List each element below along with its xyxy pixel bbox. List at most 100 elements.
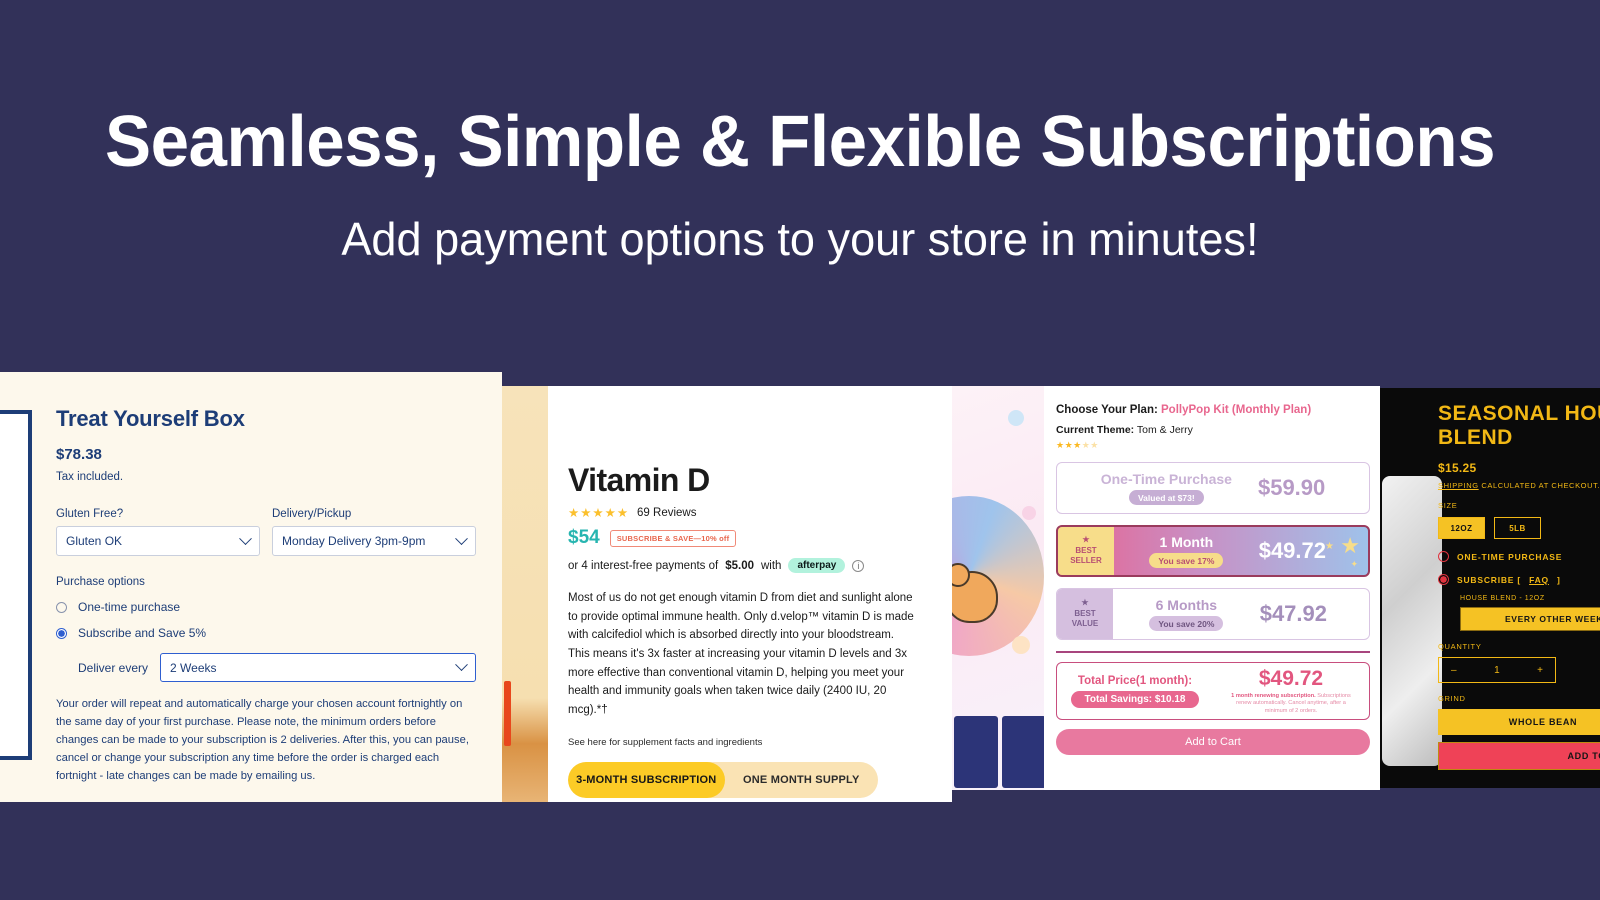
radio-subscribe-label: Subscribe and Save 5% [78, 626, 207, 640]
star-rating-filled-icon: ★★★ [1056, 440, 1082, 450]
plan-value-badge: Valued at $73! [1128, 490, 1204, 505]
plan-name: 6 Months [1155, 597, 1218, 613]
gallery-thumbnail[interactable] [954, 716, 998, 788]
gluten-select-value: Gluten OK [66, 534, 123, 548]
delivery-field: Delivery/Pickup Monday Delivery 3pm-9pm [272, 508, 476, 556]
radio-subscribe[interactable]: SUBSCRIBE [ FAQ ] [1438, 574, 1600, 586]
card2-side-image [502, 386, 548, 802]
total-price-value: $49.72 [1258, 666, 1324, 690]
hero-banner: Seamless, Simple & Flexible Subscription… [0, 0, 1600, 372]
card4-content: SEASONAL HOUSE BLEND $15.25 SHIPPING CAL… [1438, 402, 1600, 771]
star-rating-icon: ★★★★★ [568, 506, 630, 520]
gluten-field: Gluten Free? Gluten OK [56, 508, 260, 556]
card-vitamin-d: Vitamin D ★★★★★ 69 Reviews $54 SUBSCRIBE… [502, 386, 952, 802]
quantity-decrement-button[interactable]: – [1451, 665, 1457, 676]
toggle-subscription[interactable]: 3-MONTH SUBSCRIPTION [568, 762, 725, 799]
theme-rating: ★★★★★ [1056, 440, 1370, 451]
frequency-select[interactable]: EVERY OTHER WEEK [1460, 607, 1600, 632]
afterpay-row: or 4 interest-free payments of $5.00 wit… [568, 558, 918, 573]
info-icon[interactable]: i [852, 559, 865, 572]
delivery-select[interactable]: Monday Delivery 3pm-9pm [272, 526, 476, 556]
fine-print-bold: 1 month renewing subscription. [1231, 692, 1316, 699]
plan-1-month-info: 1 Month You save 17% [1114, 534, 1259, 568]
supplement-facts-link[interactable]: See here for supplement facts and ingred… [568, 737, 918, 748]
current-theme-row: Current Theme: Tom & Jerry [1056, 424, 1370, 436]
shipping-rest: CALCULATED AT CHECKOUT. [1478, 481, 1600, 491]
gluten-select[interactable]: Gluten OK [56, 526, 260, 556]
shipping-link[interactable]: SHIPPING [1438, 481, 1479, 490]
chevron-down-icon [455, 658, 468, 672]
quantity-stepper[interactable]: – 1 + [1438, 657, 1556, 684]
total-price-label: Total Price(1 month): [1077, 674, 1193, 687]
delivery-select-value: Monday Delivery 3pm-9pm [282, 534, 426, 548]
product-card-strip: Treat Yourself Box $78.38 Tax included. … [0, 360, 1600, 810]
star-decor-icon: ★ [1340, 533, 1360, 558]
quantity-increment-button[interactable]: + [1537, 665, 1543, 676]
subscription-terms-note: Your order will repeat and automatically… [56, 698, 469, 782]
review-count[interactable]: 69 Reviews [637, 507, 696, 519]
best-value-badge: ★ BEST VALUE [1057, 589, 1113, 639]
grind-label: GRIND [1438, 694, 1466, 704]
toggle-one-month[interactable]: ONE MONTH SUPPLY [725, 762, 878, 798]
variant-selectors: Gluten Free? Gluten OK Delivery/Pickup M… [56, 508, 476, 556]
product-title: Vitamin D [568, 462, 710, 498]
price-row: $54 SUBSCRIBE & SAVE—10% off [568, 527, 918, 549]
card-seasonal-house-blend: SEASONAL HOUSE BLEND $15.25 SHIPPING CAL… [1380, 388, 1600, 788]
radio-subscribe-save[interactable]: Subscribe and Save 5% [56, 626, 476, 640]
grind-select[interactable]: WHOLE BEAN [1438, 709, 1600, 736]
afterpay-amount: $5.00 [725, 559, 754, 572]
total-right: $49.72 1 month renewing subscription. Su… [1213, 667, 1369, 716]
product-price: $54 [568, 527, 600, 548]
radio-subscribe-label: SUBSCRIBE [ [1457, 574, 1522, 585]
star-icon: ★ [1082, 534, 1090, 544]
card-treat-yourself-box: Treat Yourself Box $78.38 Tax included. … [0, 372, 502, 802]
radio-icon [1438, 551, 1449, 563]
plan-savings-badge: You save 17% [1149, 553, 1224, 568]
subscribe-save-badge: SUBSCRIBE & SAVE—10% off [609, 529, 737, 547]
plan-heading-label: Choose Your Plan: [1056, 404, 1158, 416]
sticker-decor [1012, 636, 1030, 654]
total-summary: Total Price(1 month): Total Savings: $10… [1056, 662, 1370, 720]
radio-subscribe-end: ] [1556, 574, 1561, 585]
add-to-cart-button[interactable]: Add to Cart [1056, 729, 1370, 755]
deliver-every-select[interactable]: 2 Weeks [160, 653, 476, 682]
plan-one-time-info: One-Time Purchase Valued at $73! [1101, 471, 1232, 505]
radio-one-time-purchase[interactable]: ONE-TIME PURCHASE [1438, 551, 1600, 563]
size-option-5lb[interactable]: 5LB [1494, 517, 1541, 540]
product-illustration-frame [0, 410, 32, 760]
product-photo [1382, 476, 1442, 766]
star-rating-empty-icon: ★★ [1081, 440, 1099, 450]
card3-content: Choose Your Plan: PollyPop Kit (Monthly … [1056, 404, 1370, 755]
radio-one-time-label: One-time purchase [78, 600, 181, 614]
plan-price: $59.90 [1257, 475, 1326, 500]
best-seller-badge: ★ BEST SELLER [1058, 527, 1114, 575]
star-decor-icon: ★ [1325, 541, 1334, 552]
best-seller-line2: SELLER [1070, 556, 1102, 566]
chevron-down-icon [455, 531, 468, 545]
frequency-value: EVERY OTHER WEEK [1505, 614, 1600, 625]
add-to-cart-button[interactable]: ADD TO CART [1438, 742, 1600, 771]
afterpay-prefix: or 4 interest-free payments of [568, 559, 719, 572]
plan-option-one-time[interactable]: One-Time Purchase Valued at $73! $59.90 [1056, 462, 1370, 514]
star-icon: ★ [1081, 597, 1089, 607]
star-decor-icon: ✦ [1350, 559, 1358, 569]
plan-heading-value: PollyPop Kit (Monthly Plan) [1161, 404, 1312, 416]
radio-one-time-purchase[interactable]: One-time purchase [56, 600, 476, 614]
faq-link[interactable]: FAQ [1529, 575, 1549, 585]
product-title: Treat Yourself Box [56, 406, 245, 431]
size-option-12oz[interactable]: 12OZ [1438, 517, 1485, 540]
product-title: SEASONAL HOUSE BLEND [1438, 402, 1600, 449]
product-price: $78.38 [56, 446, 102, 463]
gallery-thumbnail[interactable] [1002, 716, 1044, 788]
total-left: Total Price(1 month): Total Savings: $10… [1057, 675, 1213, 708]
mouse-character-icon [952, 563, 998, 623]
quantity-label: QUANTITY [1438, 642, 1482, 652]
deliver-every-row: Deliver every 2 Weeks [56, 653, 476, 682]
divider [1056, 651, 1370, 653]
plan-option-1-month[interactable]: ★ BEST SELLER 1 Month You save 17% $49.7… [1056, 525, 1370, 577]
radio-selected-icon [1438, 574, 1449, 586]
current-theme-label: Current Theme: [1056, 424, 1135, 436]
plan-option-6-months[interactable]: ★ BEST VALUE 6 Months You save 20% $47.9… [1056, 588, 1370, 640]
best-value-line2: VALUE [1071, 619, 1099, 629]
chevron-down-icon [239, 531, 252, 545]
